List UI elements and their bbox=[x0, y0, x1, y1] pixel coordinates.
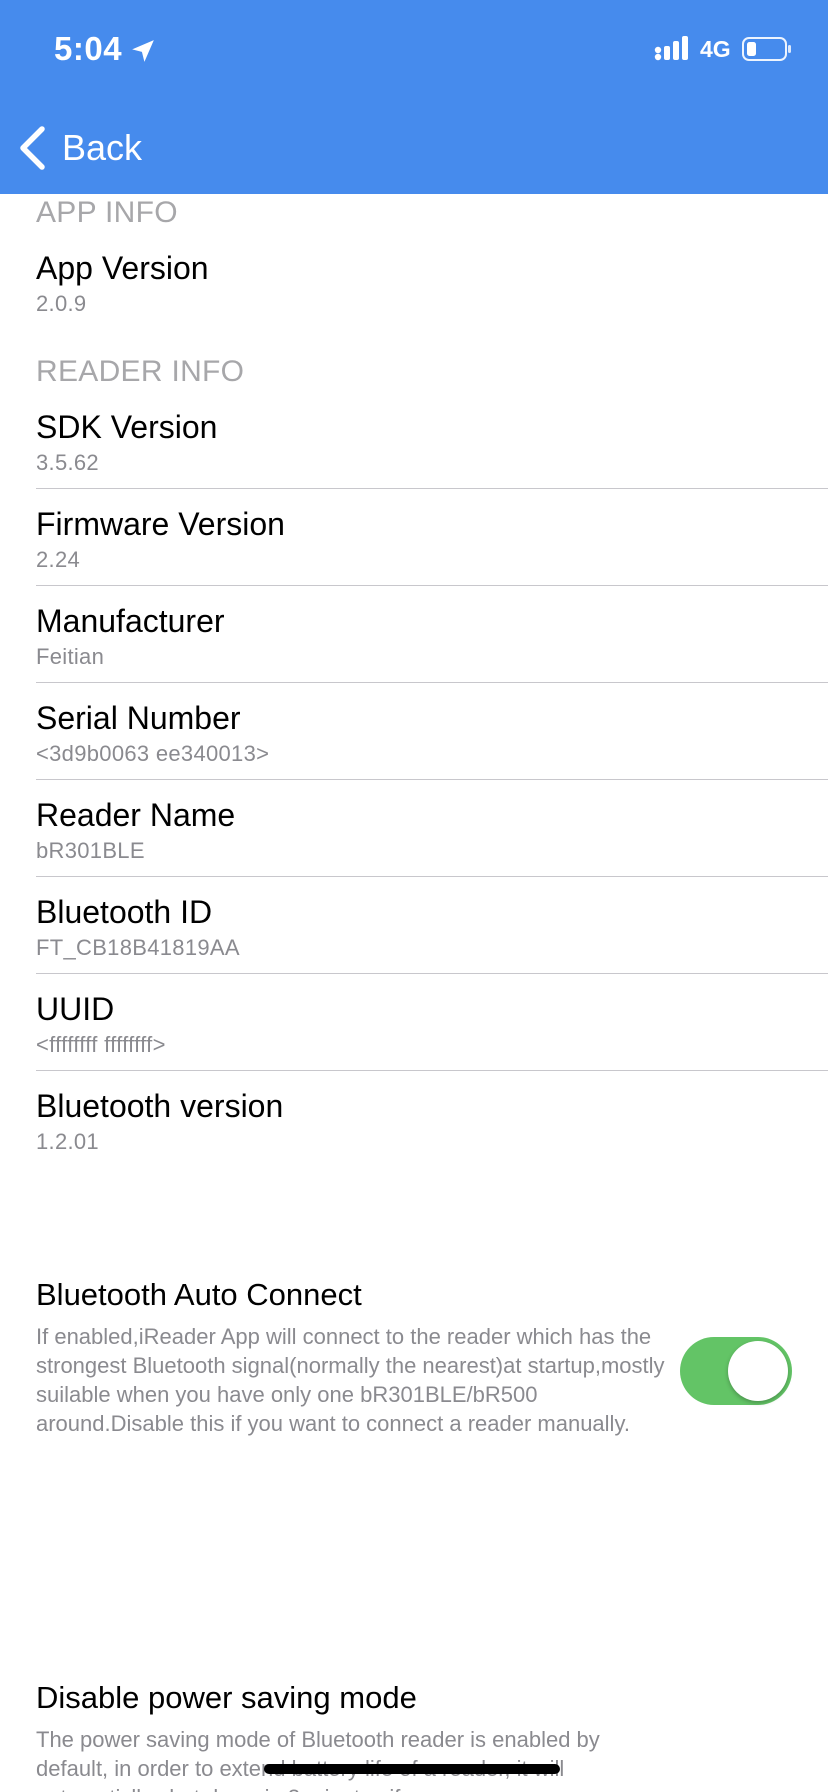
row-title: Reader Name bbox=[36, 797, 236, 833]
row-divider bbox=[36, 682, 828, 683]
info-row-bluetooth-version: Bluetooth version 1.2.01 bbox=[0, 1088, 828, 1168]
auto-connect-toggle[interactable] bbox=[680, 1337, 792, 1405]
chevron-left-icon bbox=[20, 126, 45, 170]
auto-connect-description: If enabled,iReader App will connect to t… bbox=[36, 1324, 665, 1436]
row-value: 2.0.9 bbox=[36, 291, 87, 316]
home-indicator[interactable] bbox=[264, 1764, 560, 1774]
power-saving-description: The power saving mode of Bluetooth reade… bbox=[36, 1727, 600, 1792]
power-saving-title: Disable power saving mode bbox=[36, 1680, 417, 1715]
back-label: Back bbox=[62, 127, 143, 168]
row-value: <ffffffff ffffffff> bbox=[36, 1032, 166, 1057]
info-row-firmware-version: Firmware Version 2.24 bbox=[0, 506, 828, 586]
info-row-serial-number: Serial Number <3d9b0063 ee340013> bbox=[0, 700, 828, 780]
info-row-app-version: App Version 2.0.9 bbox=[0, 250, 828, 320]
row-divider bbox=[36, 876, 828, 877]
back-button[interactable]: Back bbox=[16, 118, 142, 178]
row-value: 3.5.62 bbox=[36, 450, 99, 475]
row-title: Bluetooth version bbox=[36, 1088, 284, 1124]
info-row-sdk-version: SDK Version 3.5.62 bbox=[0, 409, 828, 489]
row-title: Serial Number bbox=[36, 700, 241, 736]
row-title: App Version bbox=[36, 250, 209, 286]
row-value: bR301BLE bbox=[36, 838, 145, 863]
auto-connect-title: Bluetooth Auto Connect bbox=[36, 1277, 362, 1312]
battery-icon bbox=[742, 37, 791, 61]
row-value: <3d9b0063 ee340013> bbox=[36, 741, 270, 766]
toggle-knob bbox=[728, 1341, 788, 1401]
row-title: Bluetooth ID bbox=[36, 894, 213, 930]
row-divider bbox=[36, 1070, 828, 1071]
info-row-reader-name: Reader Name bR301BLE bbox=[0, 797, 828, 877]
row-divider bbox=[36, 488, 828, 489]
row-value: FT_CB18B41819AA bbox=[36, 935, 240, 960]
row-title: Manufacturer bbox=[36, 603, 225, 639]
navigation-header: 5:04 4G Back bbox=[0, 0, 828, 194]
info-row-bluetooth-id: Bluetooth ID FT_CB18B41819AA bbox=[0, 894, 828, 974]
signal-bars-icon bbox=[654, 36, 688, 61]
row-divider bbox=[36, 779, 828, 780]
status-time: 5:04 bbox=[54, 30, 123, 67]
section-header-app-info: APP INFO bbox=[36, 196, 178, 229]
info-row-manufacturer: Manufacturer Feitian bbox=[0, 603, 828, 683]
row-divider bbox=[36, 973, 828, 974]
row-value: 1.2.01 bbox=[36, 1129, 99, 1154]
network-type: 4G bbox=[700, 36, 731, 62]
row-value: Feitian bbox=[36, 644, 105, 669]
info-row-uuid: UUID <ffffffff ffffffff> bbox=[0, 991, 828, 1071]
row-title: SDK Version bbox=[36, 409, 218, 445]
row-divider bbox=[36, 585, 828, 586]
row-title: UUID bbox=[36, 991, 115, 1027]
row-title: Firmware Version bbox=[36, 506, 285, 542]
section-header-reader-info: READER INFO bbox=[36, 355, 245, 388]
row-value: 2.24 bbox=[36, 547, 81, 572]
location-arrow-icon bbox=[132, 40, 154, 62]
